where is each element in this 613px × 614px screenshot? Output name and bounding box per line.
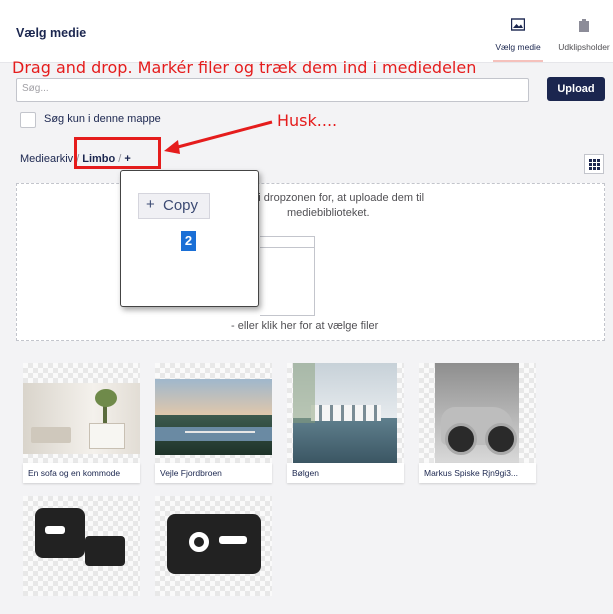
note-annotation: Husk.... — [277, 111, 338, 130]
media-card[interactable]: Bølgen — [287, 363, 404, 483]
media-caption: Markus Spiske Rjn9gi3... — [419, 463, 536, 483]
grid-view-toggle[interactable] — [584, 154, 604, 174]
page-title: Vælg medie — [16, 26, 87, 40]
image-icon — [511, 18, 525, 31]
instruction-annotation: Drag and drop. Markér filer og træk dem … — [12, 58, 477, 77]
tab-choose-media[interactable]: Vælg medie — [485, 0, 551, 62]
file-count-badge: 2 — [181, 231, 196, 251]
media-thumbnail — [419, 363, 536, 463]
plus-icon: + — [146, 196, 155, 213]
breadcrumb-root[interactable]: Mediearkiv — [20, 153, 73, 165]
media-thumbnail — [287, 363, 404, 463]
folder-only-label: Søg kun i denne mappe — [44, 113, 161, 125]
contact-card-icon — [167, 514, 261, 574]
media-card[interactable]: Markus Spiske Rjn9gi3... — [419, 363, 536, 483]
dropzone-folder-illustration — [260, 236, 315, 316]
folder-only-checkbox[interactable] — [20, 112, 36, 128]
media-caption: Vejle Fjordbroen — [155, 463, 272, 483]
annotation-arrow — [164, 120, 273, 154]
media-thumbnail — [155, 363, 272, 463]
media-caption: En sofa og en kommode — [23, 463, 140, 483]
dropzone-click-text[interactable]: - eller klik her for at vælge filer — [231, 320, 378, 332]
dropzone-text-1: nd i dropzonen for, at uploade dem til — [243, 192, 425, 204]
media-thumbnail — [23, 363, 140, 463]
search-placeholder: Søg... — [22, 83, 49, 94]
media-card[interactable]: Vejle Fjordbroen — [155, 363, 272, 483]
tab-clipboard[interactable]: Udklipsholder — [551, 0, 613, 62]
tab-label: Vælg medie — [495, 42, 541, 52]
tab-label: Udklipsholder — [558, 42, 610, 52]
media-card[interactable]: En sofa og en kommode — [23, 363, 140, 483]
highlight-box — [74, 137, 161, 169]
search-input[interactable]: Søg... — [16, 78, 529, 102]
copy-indicator: + Copy — [138, 193, 210, 219]
media-thumbnail — [155, 496, 272, 596]
media-thumbnail — [23, 496, 140, 596]
dropzone[interactable]: nd i dropzonen for, at uploade dem til m… — [16, 183, 605, 341]
clipboard-icon — [579, 19, 589, 32]
grid-icon — [589, 159, 600, 170]
media-caption: Bølgen — [287, 463, 404, 483]
upload-button[interactable]: Upload — [547, 77, 605, 101]
drag-preview-popup: + Copy 2 — [120, 170, 259, 307]
media-card[interactable] — [155, 496, 272, 614]
media-card[interactable] — [23, 496, 140, 614]
dropzone-text-2: mediebiblioteket. — [287, 207, 370, 219]
copy-label: Copy — [163, 197, 199, 214]
